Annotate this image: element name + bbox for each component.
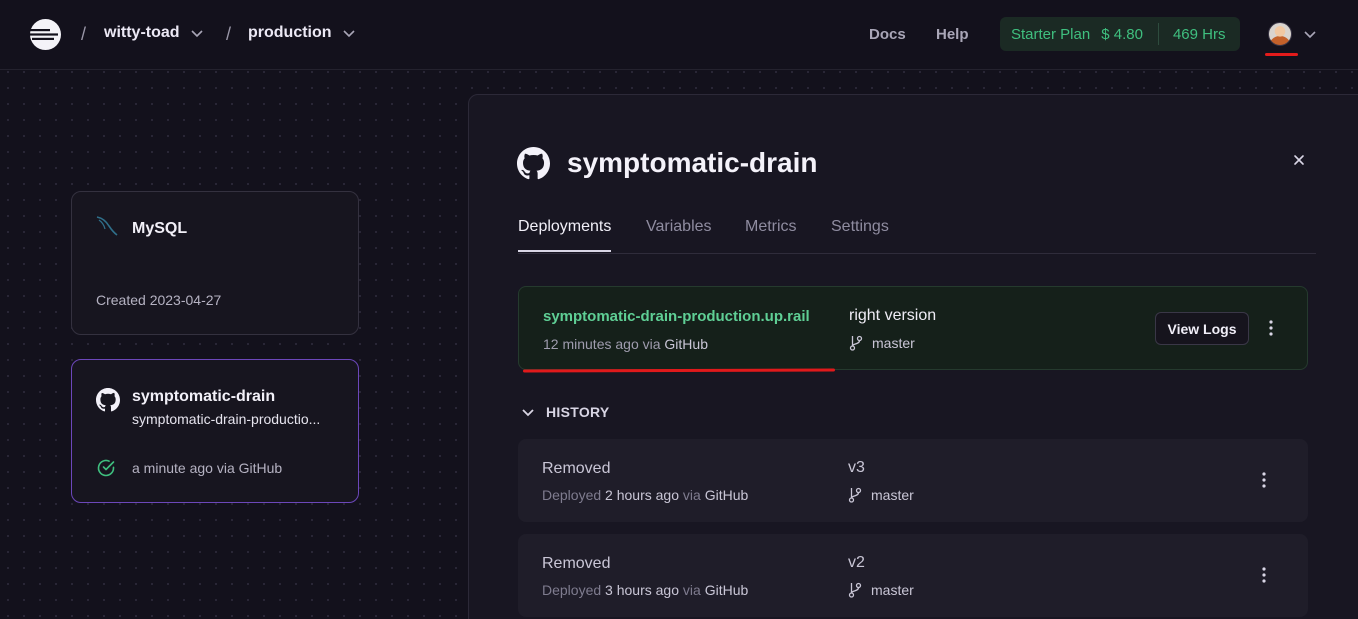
environment-name: production [248, 24, 332, 41]
chevron-down-icon [190, 30, 203, 38]
deployment-version: v3 [848, 459, 865, 476]
deployment-meta: Deployed 2 hours ago via GitHub [542, 487, 748, 503]
git-branch-icon [849, 335, 863, 351]
service-title: symptomatic-drain [132, 388, 276, 405]
plan-divider [1157, 23, 1159, 45]
github-icon [517, 147, 550, 180]
top-bar: / witty-toad / production Docs Help Star… [0, 0, 1358, 70]
branch-name: master [871, 487, 914, 503]
deployment-meta: 12 minutes ago via GitHub [543, 336, 708, 352]
service-title: MySQL [132, 220, 188, 237]
plan-hours: 469 Hrs [1172, 25, 1226, 43]
deployed-text: Deployed [542, 487, 602, 503]
help-link[interactable]: Help [936, 26, 969, 43]
via-text: via [682, 582, 701, 598]
commit-message: right version [849, 307, 937, 324]
tab-deployments[interactable]: Deployments [518, 218, 612, 252]
deployment-time: 3 hours ago [605, 582, 679, 598]
tab-variables[interactable]: Variables [646, 218, 712, 250]
service-card-mysql[interactable]: MySQL Created 2023-04-27 [71, 191, 359, 335]
branch-name: master [871, 582, 914, 598]
annotation-underline [522, 368, 836, 373]
deployment-time: 2 hours ago [605, 487, 679, 503]
mysql-dolphin-icon [96, 216, 118, 236]
deployed-text: Deployed [542, 582, 602, 598]
deployment-time: 12 minutes ago [543, 336, 639, 352]
avatar[interactable] [1268, 22, 1292, 46]
breadcrumb-separator: / [81, 24, 87, 44]
project-switcher[interactable]: witty-toad [104, 24, 204, 42]
more-options-icon[interactable] [1263, 318, 1279, 338]
plan-cost: $ 4.80 [1101, 25, 1143, 43]
service-status: a minute ago via GitHub [132, 460, 283, 476]
git-branch-icon [848, 487, 862, 503]
github-icon [96, 388, 120, 412]
history-toggle[interactable]: HISTORY [521, 404, 610, 420]
deployment-url-link[interactable]: symptomatic-drain-production.up.rail [543, 308, 810, 325]
deployment-meta: Deployed 3 hours ago via GitHub [542, 582, 748, 598]
branch-label: master [849, 335, 915, 351]
close-icon[interactable] [1292, 153, 1306, 167]
railway-logo-icon[interactable] [29, 18, 62, 51]
chevron-down-icon[interactable] [1303, 27, 1317, 41]
chevron-down-icon [522, 409, 534, 417]
history-label: HISTORY [546, 404, 610, 420]
breadcrumb-separator: / [226, 24, 232, 44]
deployment-version: v2 [848, 554, 865, 571]
deployment-source: GitHub [704, 582, 749, 598]
branch-label: master [848, 487, 914, 503]
branch-label: master [848, 582, 914, 598]
project-name: witty-toad [104, 24, 180, 41]
tab-settings[interactable]: Settings [831, 218, 889, 250]
chevron-down-icon [342, 30, 355, 38]
plan-name: Starter Plan [1011, 25, 1091, 43]
deployment-status: Removed [542, 555, 611, 572]
branch-name: master [872, 335, 915, 351]
history-row[interactable]: Removed Deployed 3 hours ago via GitHub … [518, 534, 1308, 617]
service-panel: symptomatic-drain Deployments Variables … [468, 94, 1358, 619]
more-options-icon[interactable] [1256, 470, 1272, 490]
plan-badge[interactable]: Starter Plan $ 4.80 469 Hrs [1000, 17, 1240, 51]
annotation-underline [1265, 53, 1298, 56]
panel-tabs: Deployments Variables Metrics Settings [518, 218, 1316, 254]
active-deployment-card[interactable]: symptomatic-drain-production.up.rail 12 … [518, 286, 1308, 370]
service-card-symptomatic-drain[interactable]: symptomatic-drain symptomatic-drain-prod… [71, 359, 359, 503]
via-text: via [682, 487, 701, 503]
deployment-status: Removed [542, 460, 611, 477]
view-logs-button[interactable]: View Logs [1155, 312, 1249, 345]
check-circle-icon [97, 459, 115, 477]
deployment-source: GitHub [704, 487, 749, 503]
docs-link[interactable]: Docs [869, 26, 906, 43]
history-row[interactable]: Removed Deployed 2 hours ago via GitHub … [518, 439, 1308, 522]
panel-title: symptomatic-drain [567, 147, 818, 178]
deployment-source: GitHub [664, 336, 708, 352]
more-options-icon[interactable] [1256, 565, 1272, 585]
environment-switcher[interactable]: production [248, 24, 356, 42]
via-text: via [642, 336, 661, 352]
service-domain: symptomatic-drain-productio... [132, 411, 321, 427]
git-branch-icon [848, 582, 862, 598]
service-created-date: Created 2023-04-27 [96, 292, 222, 308]
tab-metrics[interactable]: Metrics [745, 218, 797, 250]
